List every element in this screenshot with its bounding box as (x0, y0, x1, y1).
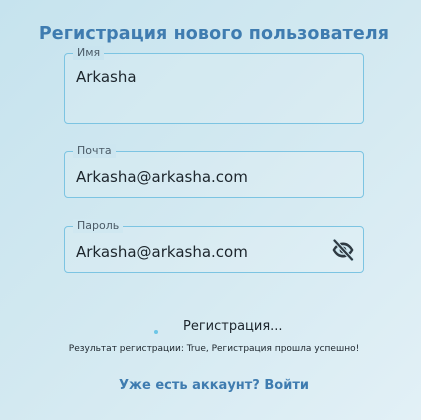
status-text: Регистрация... (183, 319, 283, 334)
name-field-label: Имя (73, 46, 105, 60)
name-field[interactable]: Имя Arkasha (64, 46, 364, 124)
name-field-value[interactable]: Arkasha (76, 68, 137, 86)
email-field-value[interactable]: Arkasha@arkasha.com (76, 168, 248, 186)
email-field-label: Почта (73, 144, 116, 158)
password-field-value[interactable]: Arkasha@arkasha.com (76, 243, 248, 261)
page-title: Регистрация нового пользователя (38, 24, 390, 44)
registration-result-text: Результат регистрации: True, Регистрация… (68, 344, 360, 354)
password-field[interactable]: Пароль Arkasha@arkasha.com (64, 219, 364, 273)
eye-off-icon[interactable] (331, 238, 355, 262)
password-field-label: Пароль (73, 219, 124, 233)
login-link[interactable]: Уже есть аккаунт? Войти (0, 378, 421, 393)
email-field[interactable]: Почта Arkasha@arkasha.com (64, 144, 364, 198)
progress-spinner (154, 330, 158, 334)
